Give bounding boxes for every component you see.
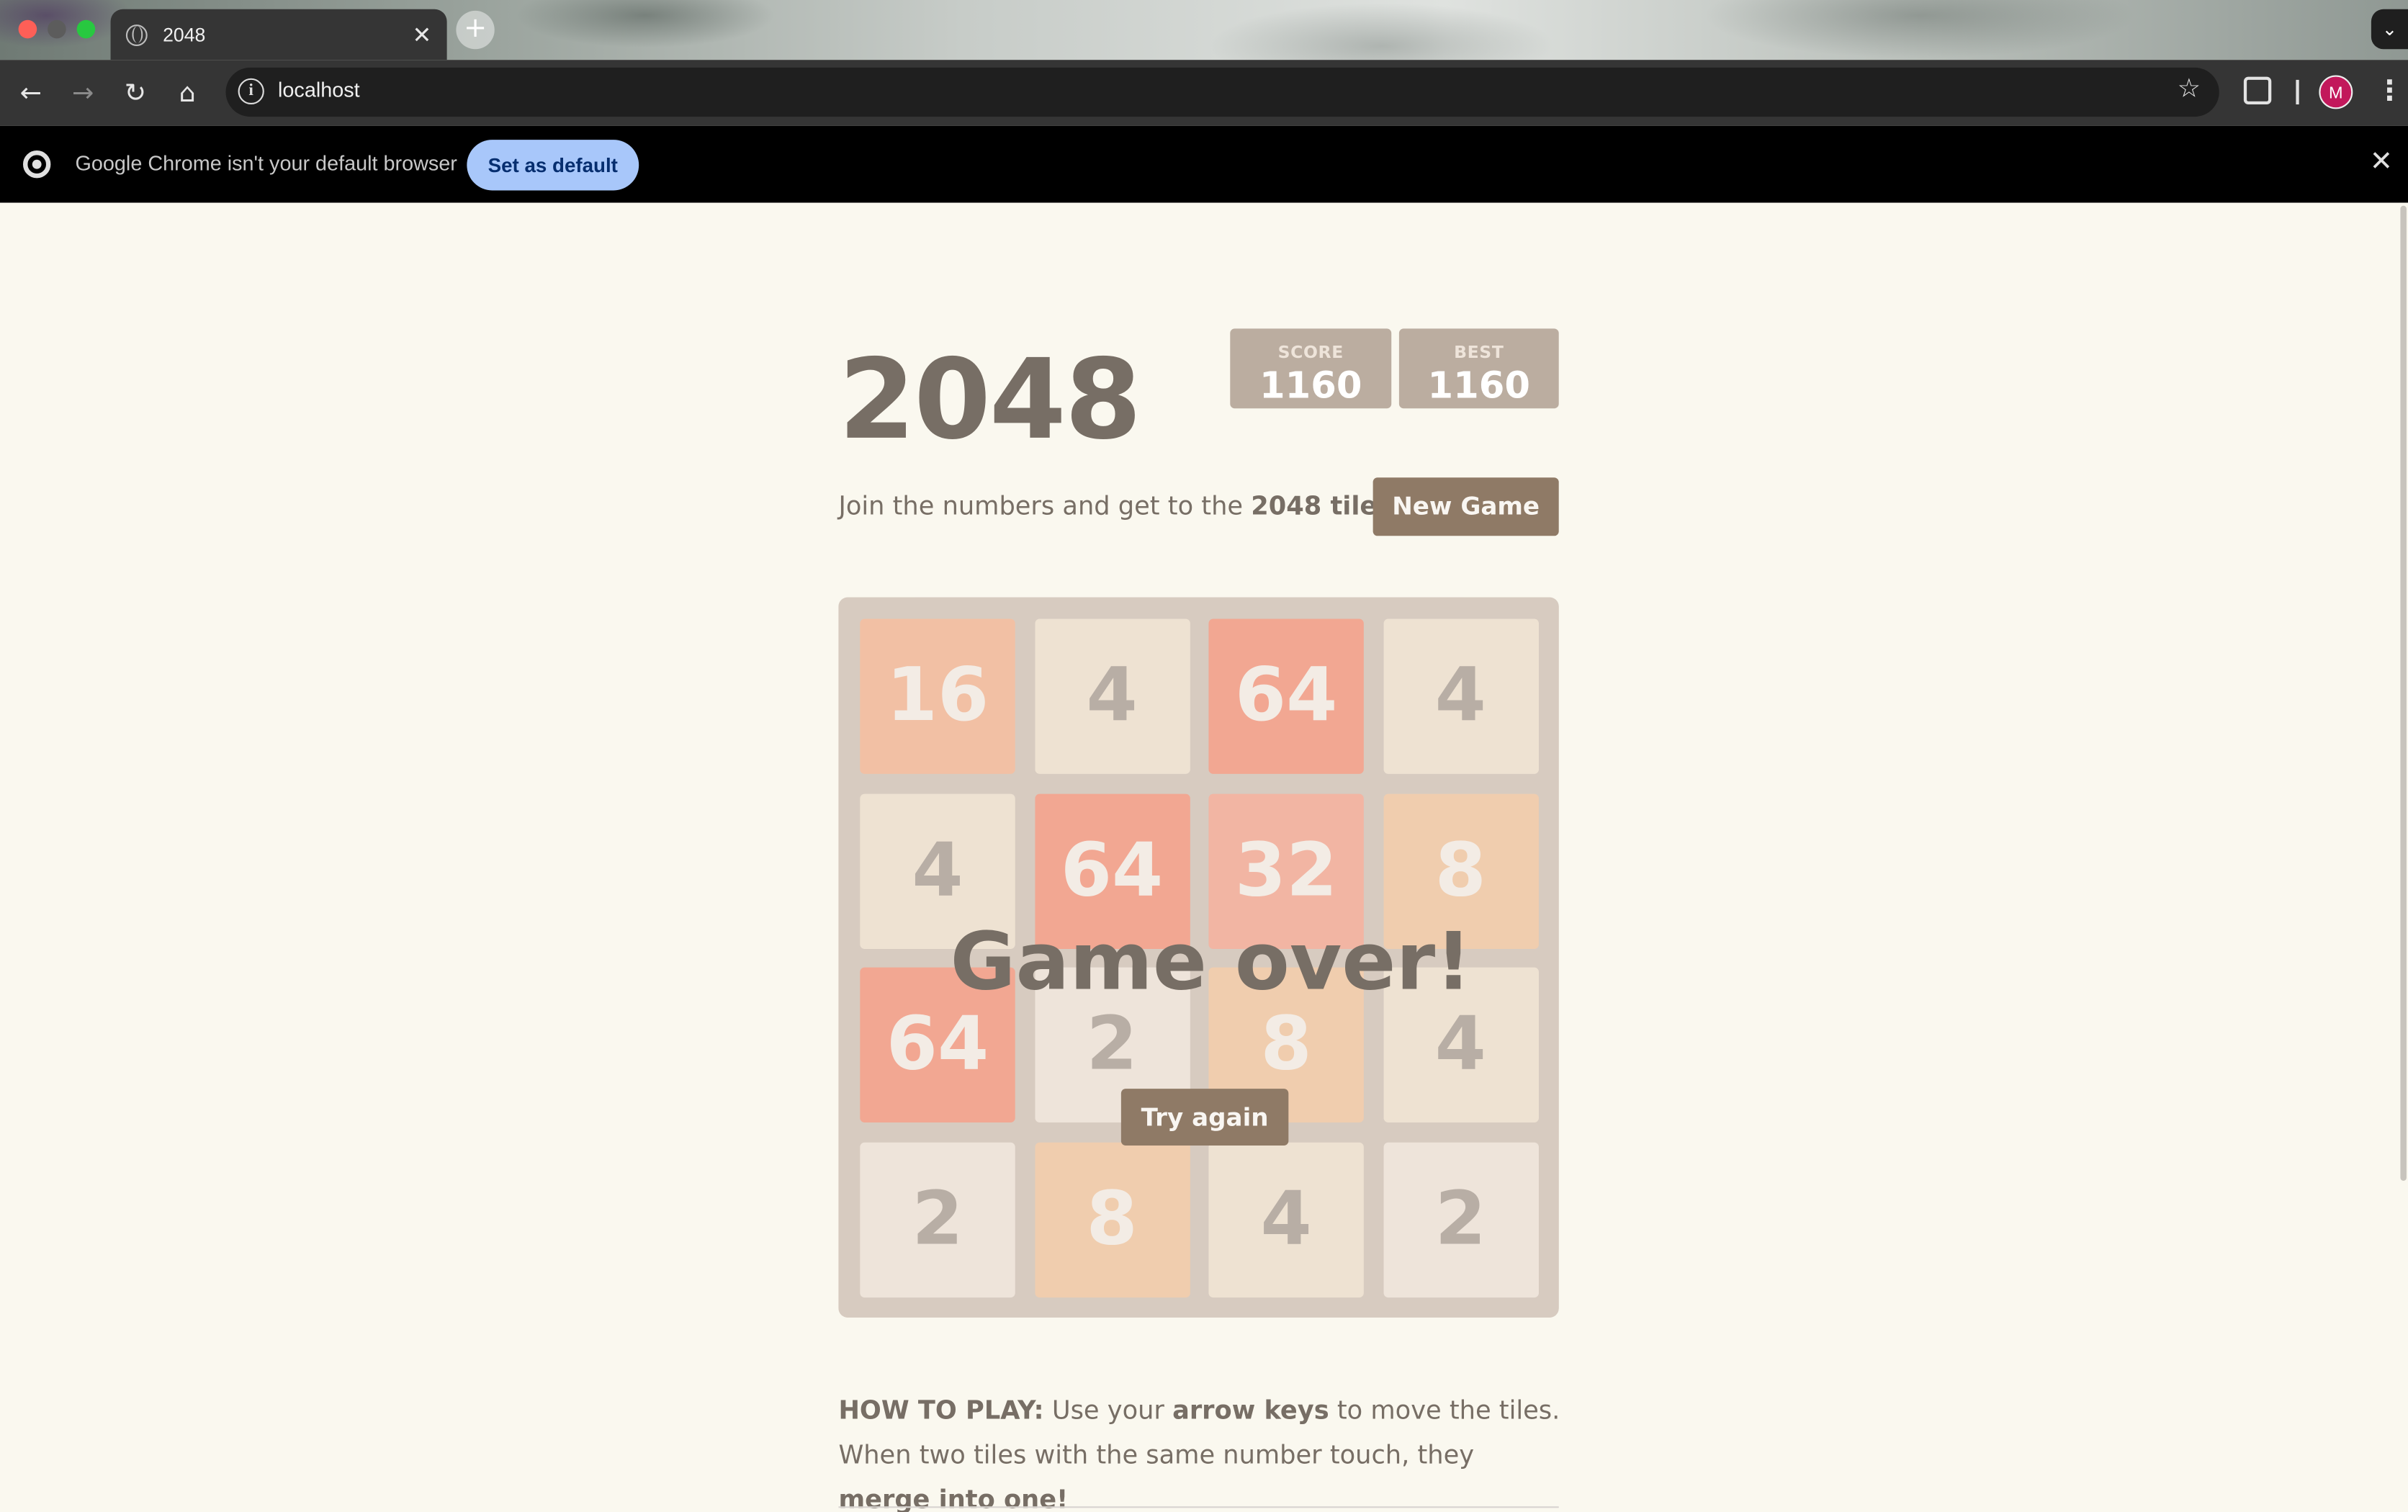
game-board[interactable]: 164644464328642842842 Game over! Try aga… [838, 597, 1559, 1318]
page-scrollbar[interactable] [2399, 202, 2408, 1512]
toolbar-divider [2296, 79, 2299, 105]
extensions-icon[interactable] [2243, 76, 2272, 105]
new-game-button[interactable]: New Game [1373, 477, 1559, 536]
site-info-icon[interactable]: i [238, 78, 264, 105]
intro-text: Join the numbers and get to the [838, 491, 1252, 521]
forward-icon[interactable]: → [66, 77, 100, 111]
browser-toolbar: ← → ↻ ⌂ i localhost ☆ M ⋮ [0, 60, 2408, 126]
new-tab-button[interactable]: + [456, 10, 495, 50]
reload-icon[interactable]: ↻ [118, 77, 152, 111]
default-browser-infobar: Google Chrome isn't your default browser… [0, 125, 2408, 203]
scrollbar-thumb[interactable] [2400, 205, 2407, 1182]
infobar-close-icon[interactable]: ✕ [2370, 146, 2393, 179]
score-box: SCORE 1160 [1230, 328, 1392, 409]
infobar-message: Google Chrome isn't your default browser [75, 152, 457, 176]
howto-label: HOW TO PLAY: [838, 1395, 1044, 1426]
menu-kebab-icon[interactable]: ⋮ [2376, 76, 2403, 108]
back-icon[interactable]: ← [14, 77, 48, 111]
tab-title: 2048 [163, 24, 206, 45]
game-over-text: Game over! [950, 917, 1472, 1009]
divider [838, 1506, 1559, 1508]
close-window-button[interactable] [18, 19, 37, 39]
globe-icon [125, 24, 148, 45]
bookmark-star-icon[interactable]: ☆ [2178, 73, 2201, 104]
score-label: SCORE [1277, 342, 1344, 363]
tab-strip: 2048 ✕ + ⌄ [0, 0, 2408, 60]
howto-bold-1: arrow keys [1172, 1395, 1329, 1426]
game-intro: Join the numbers and get to the 2048 til… [838, 491, 1388, 521]
try-again-button[interactable]: Try again [1120, 1089, 1289, 1146]
chrome-logo-icon [22, 150, 51, 179]
how-to-play: HOW TO PLAY: Use your arrow keys to move… [838, 1388, 1560, 1512]
tab-close-icon[interactable]: ✕ [412, 21, 431, 48]
score-value: 1160 [1259, 364, 1362, 408]
url-text[interactable]: localhost [278, 78, 360, 102]
browser-tab[interactable]: 2048 ✕ [110, 9, 447, 60]
howto-text-1: Use your [1043, 1395, 1173, 1426]
game-over-overlay: Game over! Try again [838, 597, 1559, 1318]
tab-search-button[interactable]: ⌄ [2371, 9, 2408, 50]
set-as-default-button[interactable]: Set as default [467, 140, 639, 191]
best-score-box: BEST 1160 [1398, 328, 1559, 409]
maximize-window-button[interactable] [76, 19, 96, 39]
best-value: 1160 [1427, 364, 1531, 408]
best-label: BEST [1454, 342, 1504, 363]
intro-bold: 2048 tile! [1251, 491, 1389, 521]
address-bar[interactable]: i localhost ☆ [225, 67, 2219, 117]
profile-avatar[interactable]: M [2319, 75, 2353, 109]
game-title: 2048 [838, 334, 1141, 464]
howto-bold-2: merge into one! [838, 1485, 1069, 1512]
minimize-window-button[interactable] [48, 19, 66, 39]
home-icon[interactable]: ⌂ [171, 77, 205, 111]
screen: 2048 ✕ + ⌄ ← → ↻ ⌂ i localhost ☆ M ⋮ Goo… [0, 0, 2408, 1512]
